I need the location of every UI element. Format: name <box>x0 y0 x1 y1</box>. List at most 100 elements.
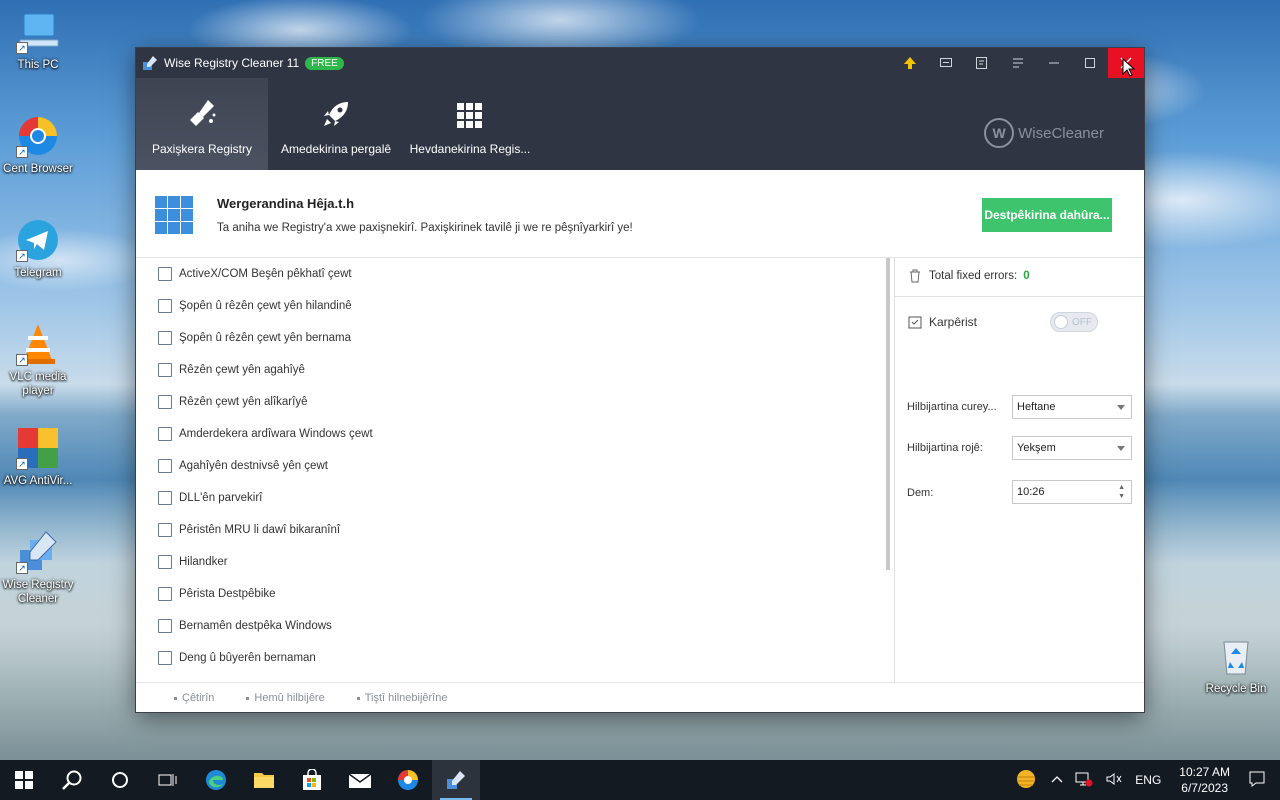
desktop-icon-cent-browser[interactable]: ↗ Cent Browser <box>0 114 76 176</box>
startup-icon <box>158 619 172 633</box>
upgrade-button[interactable] <box>892 48 928 78</box>
list-item[interactable]: Bernamên destpêka Windows <box>136 610 888 642</box>
taskbar-file-explorer[interactable] <box>240 760 288 800</box>
list-item-label: Bernamên destpêka Windows <box>179 620 332 632</box>
wise-registry-cleaner-icon <box>447 771 465 789</box>
taskbar-edge[interactable] <box>192 760 240 800</box>
task-view-button[interactable] <box>144 760 192 800</box>
wisecleaner-logo-icon: W <box>984 118 1015 148</box>
desktop-icon-label: VLC media player <box>9 371 67 397</box>
wise-registry-cleaner-icon: ↗ <box>16 530 60 574</box>
chevron-up-icon[interactable] <box>1051 773 1063 787</box>
task-view-icon <box>158 774 177 786</box>
list-item-label: Pêrista Destpêbike <box>179 588 276 600</box>
day-select[interactable]: Yekşem <box>1012 436 1132 460</box>
list-item-label: Deng û bûyerên bernaman <box>179 652 316 664</box>
list-item[interactable]: Deng û bûyerên bernaman <box>136 642 888 674</box>
menu-icon <box>1013 58 1023 68</box>
window-title: Wise Registry Cleaner 11 <box>164 56 300 70</box>
start-scan-button[interactable]: Destpêkirina dahûra... <box>982 198 1112 232</box>
search-button[interactable] <box>48 760 96 800</box>
component-icon <box>158 267 172 281</box>
cortana-button[interactable] <box>96 760 144 800</box>
list-item[interactable]: Rêzên çewt yên alîkarîyê <box>136 386 888 418</box>
sound-icon <box>158 651 172 665</box>
spin-up-icon[interactable]: ▲ <box>1118 484 1125 492</box>
weather-icon[interactable] <box>1013 769 1039 792</box>
side-separator <box>895 296 1144 297</box>
desktop-icon-label: This PC <box>17 59 59 71</box>
list-item[interactable]: ActiveX/COM Beşên pêkhatî çewt <box>136 258 888 290</box>
rocket-icon <box>324 102 348 126</box>
recommended-link[interactable]: Çêtirîn <box>174 692 214 704</box>
free-badge: FREE <box>305 56 344 70</box>
taskbar-cent-browser[interactable] <box>384 760 432 800</box>
desktop-icon-vlc[interactable]: ↗ VLC media player <box>0 322 76 398</box>
footer-bar: Çêtirîn Hemû hilbijêre Tiştî hilnebijêrî… <box>136 682 1144 712</box>
info-file-icon <box>158 363 172 377</box>
edge-icon <box>206 770 226 790</box>
list-item[interactable]: Pêrista Destpêbike <box>136 578 888 610</box>
desktop-icon-telegram[interactable]: ↗ Telegram <box>0 218 76 280</box>
store-bag-icon <box>303 769 321 790</box>
desktop-icon-recycle-bin[interactable]: Recycle Bin <box>1198 634 1274 696</box>
notification-icon <box>1249 771 1265 787</box>
list-item[interactable]: DLL'ên parvekirî <box>136 482 888 514</box>
language-indicator[interactable]: ENG <box>1135 773 1161 787</box>
list-item[interactable]: Rêzên çewt yên agahîyê <box>136 354 888 386</box>
tab-registry-defrag[interactable]: Hevdanekirina Regis... <box>404 78 536 170</box>
spin-down-icon[interactable]: ▼ <box>1118 493 1125 501</box>
schedule-toggle[interactable]: OFF <box>1050 312 1098 332</box>
tab-registry-cleaner[interactable]: Paxişkera Registry <box>136 78 268 170</box>
list-item-label: Pêristên MRU li dawî bikaranînî <box>179 524 341 536</box>
select-none-link[interactable]: Tiştî hilnebijêrîne <box>356 692 447 704</box>
mouse-cursor-icon <box>1122 58 1136 77</box>
help-file-icon <box>158 395 172 409</box>
list-item-label: Şopên û rêzên çewt yên bernama <box>179 332 351 344</box>
list-item[interactable]: Agahîyên destnivsê yên çewt <box>136 450 888 482</box>
wise-registry-cleaner-window: Wise Registry Cleaner 11 FREE Paxişkera … <box>136 48 1144 712</box>
volume-muted-icon[interactable] <box>1105 771 1123 790</box>
network-icon[interactable] <box>1075 771 1093 790</box>
desktop-icon-avg[interactable]: ↗ AVG AntiVir... <box>0 426 76 488</box>
time-input[interactable]: 10:26 ▲ ▼ <box>1012 480 1132 504</box>
time-label: Dem: <box>907 487 934 499</box>
list-item[interactable]: Amderdekera ardîwara Windows çewt <box>136 418 888 450</box>
total-fixed-count: 0 <box>1023 270 1030 282</box>
taskbar-mail[interactable] <box>336 760 384 800</box>
feedback-button[interactable] <box>928 48 964 78</box>
title-bar[interactable]: Wise Registry Cleaner 11 FREE <box>136 48 1144 78</box>
total-fixed-errors: Total fixed errors: 0 <box>907 268 1030 284</box>
list-item[interactable]: Şopên û rêzên çewt yên bernama <box>136 322 888 354</box>
menu-button[interactable] <box>1000 48 1036 78</box>
toggle-state-label: OFF <box>1072 316 1092 328</box>
uninstall-icon <box>158 555 172 569</box>
notification-center-button[interactable] <box>1248 770 1266 791</box>
desktop-icon-wise-registry-cleaner[interactable]: ↗ Wise Registry Cleaner <box>0 530 76 606</box>
clock[interactable]: 10:27 AM 6/7/2023 <box>1179 764 1230 796</box>
frequency-select[interactable]: Heftane <box>1012 395 1132 419</box>
upgrade-arrow-icon <box>904 57 916 69</box>
minimize-button[interactable] <box>1036 48 1072 78</box>
maximize-button[interactable] <box>1072 48 1108 78</box>
title-bar-controls <box>892 48 1144 78</box>
list-item[interactable]: Hilandker <box>136 546 888 578</box>
taskbar-store[interactable] <box>288 760 336 800</box>
status-description: Ta aniha we Registry'a xwe paxişnekirî. … <box>217 222 633 234</box>
taskbar-wise-registry-cleaner[interactable] <box>432 760 480 800</box>
start-button[interactable] <box>0 760 48 800</box>
list-item[interactable]: Şopên û rêzên çewt yên hilandinê <box>136 290 888 322</box>
mail-icon <box>348 773 372 788</box>
select-all-link[interactable]: Hemû hilbijêre <box>246 692 325 704</box>
desktop-icon-label: AVG AntiVir... <box>3 475 73 487</box>
day-value: Yekşem <box>1017 442 1056 454</box>
schedule-row: Karpêrist <box>907 314 977 330</box>
list-scrollbar[interactable] <box>886 258 890 570</box>
notes-button[interactable] <box>964 48 1000 78</box>
tab-label: Hevdanekirina Regis... <box>409 142 531 156</box>
font-icon <box>158 459 172 473</box>
cent-browser-icon <box>398 770 418 790</box>
desktop-icon-this-pc[interactable]: ↗ This PC <box>0 10 76 72</box>
tab-system-tuneup[interactable]: Amedekirina pergalê <box>270 78 402 170</box>
list-item[interactable]: Pêristên MRU li dawî bikaranînî <box>136 514 888 546</box>
